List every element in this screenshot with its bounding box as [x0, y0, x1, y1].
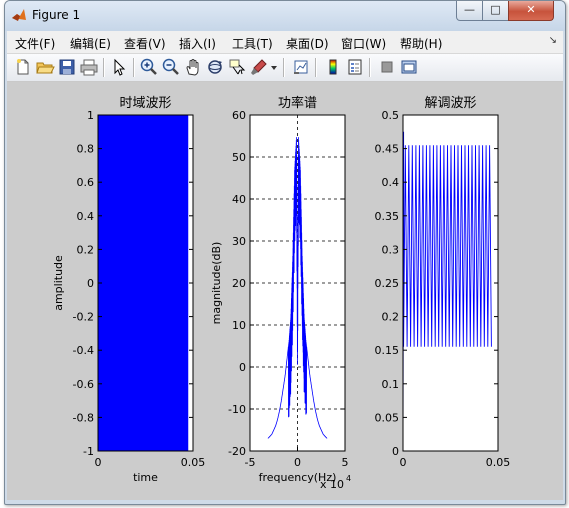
- minimize-button[interactable]: —: [456, 1, 483, 21]
- y-tick-label: -1: [83, 445, 94, 458]
- x-tick-label: -5: [245, 456, 256, 469]
- y-tick-label: -10: [228, 403, 246, 416]
- y-tick-label: 0.4: [77, 210, 95, 223]
- new-figure-icon[interactable]: [13, 57, 33, 77]
- y-tick-label: 0.2: [382, 311, 400, 324]
- y-tick-label: 0.8: [77, 143, 95, 156]
- y-axis-label: amplitude: [52, 255, 65, 311]
- y-tick-label: 0.6: [77, 176, 95, 189]
- menu-bar: 文件(F) 编辑(E) 查看(V) 插入(I) 工具(T) 桌面(D) 窗口(W…: [7, 31, 563, 54]
- x-tick-label: 5: [342, 456, 349, 469]
- brush-icon[interactable]: [249, 57, 269, 77]
- y-tick-label: 0: [392, 445, 399, 458]
- y-tick-label: 40: [232, 193, 246, 206]
- menu-edit[interactable]: 编辑(E): [70, 35, 111, 52]
- rotate-3d-icon[interactable]: [205, 57, 225, 77]
- toolbar-separator: [283, 58, 285, 77]
- zoom-in-icon[interactable]: [139, 57, 159, 77]
- pointer-icon[interactable]: [109, 57, 129, 77]
- menu-window[interactable]: 窗口(W): [341, 35, 386, 52]
- y-tick-label: 0.3: [382, 243, 400, 256]
- y-tick-label: 0.4: [382, 176, 400, 189]
- x-axis-multiplier: x 10: [320, 478, 344, 491]
- title-bar[interactable]: Figure 1 — □ ✕: [5, 1, 565, 31]
- plot-area: 10.80.60.40.20-0.2-0.4-0.6-0.8-10 0.05时域波…: [52, 95, 511, 491]
- y-tick-label: 20: [232, 277, 246, 290]
- hide-plot-tools-icon[interactable]: [377, 57, 397, 77]
- toolbar-separator: [369, 58, 371, 77]
- open-file-icon[interactable]: [35, 57, 55, 77]
- toolbar-separator: [133, 58, 135, 77]
- x-axis-label: time: [133, 471, 158, 484]
- zoom-out-icon[interactable]: [161, 57, 181, 77]
- link-plot-icon[interactable]: [291, 57, 311, 77]
- menu-overflow-icon[interactable]: ↘: [549, 35, 557, 46]
- y-tick-label: 0.05: [375, 411, 400, 424]
- menu-insert[interactable]: 插入(I): [179, 35, 216, 52]
- x-tick-label: 0.05: [181, 456, 206, 469]
- axes-title: 解调波形: [424, 96, 476, 111]
- menu-file[interactable]: 文件(F): [15, 35, 55, 52]
- close-button[interactable]: ✕: [508, 1, 554, 21]
- y-tick-label: 0: [239, 361, 246, 374]
- maximize-button[interactable]: □: [482, 1, 509, 21]
- menu-tools[interactable]: 工具(T): [232, 35, 273, 52]
- y-tick-label: 0.45: [375, 143, 400, 156]
- y-tick-label: 60: [232, 109, 246, 122]
- pan-icon[interactable]: [183, 57, 203, 77]
- toolbar-separator: [315, 58, 317, 77]
- toolbar: [7, 54, 563, 82]
- data-cursor-icon[interactable]: [227, 57, 247, 77]
- y-tick-label: -0.8: [73, 411, 94, 424]
- figure-window: Figure 1 — □ ✕ 文件(F) 编辑(E) 查看(V) 插入(I) 工…: [4, 0, 566, 505]
- legend-icon[interactable]: [345, 57, 365, 77]
- x-tick-label: 0.05: [486, 456, 511, 469]
- y-tick-label: 1: [87, 109, 94, 122]
- y-tick-label: 30: [232, 235, 246, 248]
- y-tick-label: -0.6: [73, 378, 94, 391]
- figure-canvas[interactable]: 1 0.8 0.6 0.4 0.2 0 -0.2 -0.4 -0.6 -0.8 -1 0 0.05 时域波…: [7, 82, 563, 500]
- y-axis-label: magnitude(dB): [210, 242, 223, 325]
- matlab-logo-icon: [12, 9, 26, 21]
- y-tick-label: 0.35: [375, 210, 400, 223]
- y-tick-label: -0.2: [73, 311, 94, 324]
- save-icon[interactable]: [57, 57, 77, 77]
- x-axis-multiplier-exponent: 4: [346, 474, 351, 483]
- x-tick-label: 0: [294, 456, 301, 469]
- toolbar-separator: [103, 58, 105, 77]
- y-tick-label: 0.25: [375, 277, 400, 290]
- y-tick-label: -0.4: [73, 344, 94, 357]
- y-tick-label: 10: [232, 319, 246, 332]
- axes-title: 时域波形: [119, 96, 171, 111]
- y-tick-label: 0.5: [382, 109, 400, 122]
- menu-desktop[interactable]: 桌面(D): [286, 35, 329, 52]
- axes-title: 功率谱: [278, 95, 317, 111]
- y-tick-label: 0: [87, 277, 94, 290]
- x-tick-label: 0: [95, 456, 102, 469]
- y-tick-label: 0.1: [382, 378, 400, 391]
- y-tick-label: 0.2: [77, 243, 95, 256]
- x-tick-label: 0: [400, 456, 407, 469]
- colorbar-icon[interactable]: [323, 57, 343, 77]
- waveform-fill: [98, 115, 189, 451]
- y-tick-label: 50: [232, 151, 246, 164]
- y-tick-label: -20: [228, 445, 246, 458]
- window-title: Figure 1: [32, 8, 81, 22]
- menu-view[interactable]: 查看(V): [124, 35, 166, 52]
- print-icon[interactable]: [79, 57, 99, 77]
- show-plot-tools-icon[interactable]: [399, 57, 419, 77]
- y-tick-label: 0.15: [375, 344, 400, 357]
- dropdown-arrow-icon[interactable]: [269, 57, 279, 77]
- menu-help[interactable]: 帮助(H): [400, 35, 442, 52]
